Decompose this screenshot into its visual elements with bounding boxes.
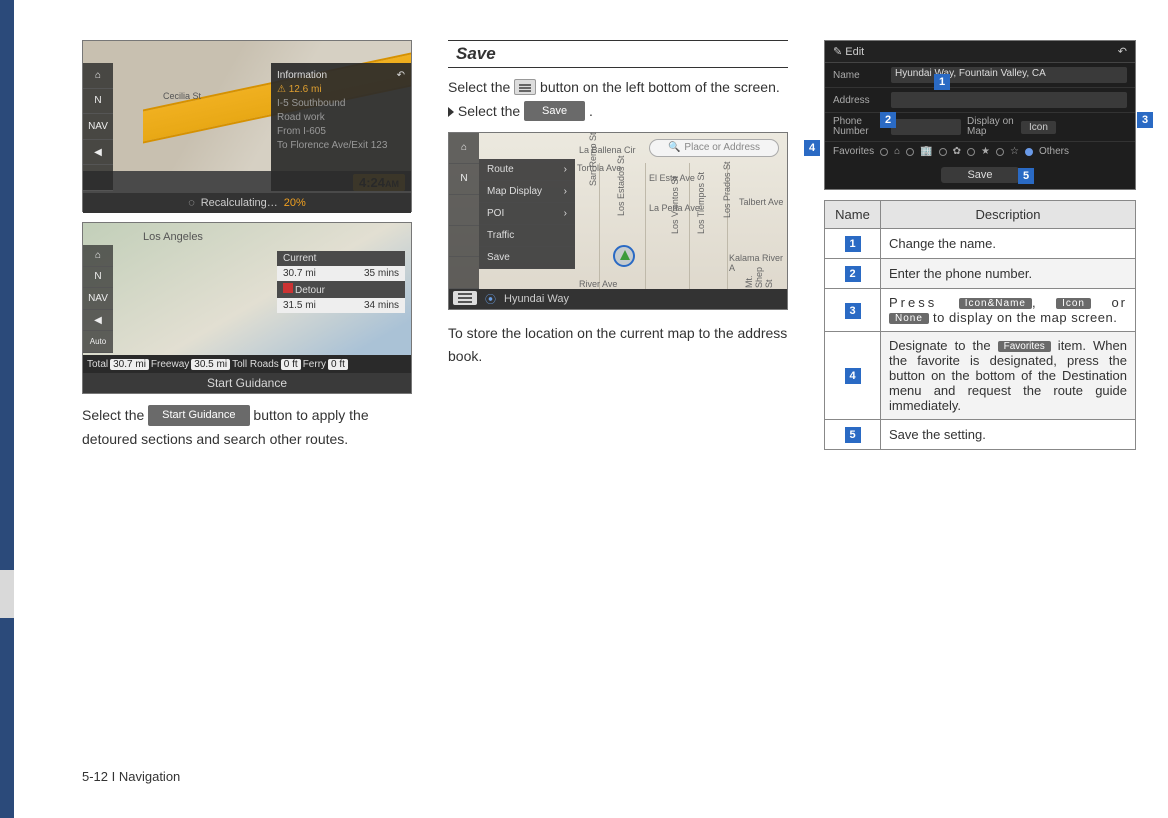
screenshot-edit-favorite: ✎ Edit ↶ Name Hyundai Way, Fountain Vall… <box>824 40 1136 190</box>
icon-and-name-button[interactable]: Icon&Name <box>959 298 1032 309</box>
menu-icon[interactable] <box>514 79 536 95</box>
extra-icon[interactable] <box>83 165 113 191</box>
fav-radio-others[interactable] <box>1025 148 1033 156</box>
home-icon[interactable]: ⌂ <box>83 63 113 89</box>
page-footer: 5-12 I Navigation <box>82 769 180 784</box>
nav-icon[interactable]: NAV <box>83 114 113 140</box>
callout-1: 1 <box>934 74 950 90</box>
screenshot-start-guidance: Los Angeles 3:16PM ⌂ N NAV ◀ Auto Curren… <box>82 222 412 394</box>
column-2: Save Select the button on the left botto… <box>448 40 788 369</box>
favorites-row: Favorites ⌂ 🏢 ✿ ★ ☆ Others <box>825 142 1135 161</box>
table-row: 3 Press Icon&Name, Icon or None to displ… <box>825 289 1136 332</box>
route-stats-bar: Total30.7 mi Freeway30.5 mi Toll Roads0 … <box>83 355 411 373</box>
fav-radio-3[interactable] <box>939 148 947 156</box>
screenshot-recalculating: Cecilia St 4:24AM ⌂ N NAV ◀ Information … <box>82 40 412 212</box>
back-icon[interactable]: ↶ <box>397 70 405 81</box>
back-icon[interactable]: ↶ <box>1118 45 1127 58</box>
phone-field[interactable] <box>891 119 961 135</box>
route-compare-panel: Current 30.7 mi35 mins Detour 31.5 mi34 … <box>277 251 405 313</box>
north-icon[interactable]: N <box>83 267 113 289</box>
menu-map-display[interactable]: Map Display› <box>479 181 575 203</box>
start-guidance-button[interactable]: Start Guidance <box>148 405 249 426</box>
table-row: 5 Save the setting. <box>825 420 1136 450</box>
col2-paragraph-1: Select the button on the left bottom of … <box>448 76 788 124</box>
extra-icon[interactable] <box>449 195 479 226</box>
extra-icon[interactable] <box>449 226 479 257</box>
table-row: 4 Designate to the Favorites item. When … <box>825 332 1136 420</box>
none-button[interactable]: None <box>889 313 929 324</box>
home-icon[interactable]: ⌂ <box>83 245 113 267</box>
volume-icon[interactable]: ◀ <box>83 140 113 166</box>
nav-icon[interactable]: NAV <box>83 288 113 310</box>
col1-paragraph: Select the Start Guidance button to appl… <box>82 404 412 452</box>
current-location-icon <box>613 245 635 267</box>
page-content: Cecilia St 4:24AM ⌂ N NAV ◀ Information … <box>14 0 1168 818</box>
north-icon[interactable]: N <box>83 89 113 115</box>
column-1: Cecilia St 4:24AM ⌂ N NAV ◀ Information … <box>82 40 412 452</box>
save-button[interactable]: Save <box>524 101 585 122</box>
favorites-button[interactable]: Favorites <box>998 341 1051 352</box>
table-row: 1 Change the name. <box>825 229 1136 259</box>
screenshot-save-menu: La Ballena Cir Tortola Ave San Remo St L… <box>448 132 788 310</box>
table-row: 2 Enter the phone number. <box>825 259 1136 289</box>
fav-radio-office[interactable] <box>906 148 914 156</box>
fav-radio-home[interactable] <box>880 148 888 156</box>
extra-icon[interactable] <box>449 257 479 288</box>
recalculating-bar: ◌ Recalculating… 20% <box>83 193 411 213</box>
start-guidance-bar[interactable]: Start Guidance <box>83 373 411 393</box>
auto-icon[interactable]: Auto <box>83 331 113 353</box>
name-field[interactable]: Hyundai Way, Fountain Valley, CA <box>891 67 1127 83</box>
callout-3: 3 <box>1137 112 1153 128</box>
location-footer: ⦿ Hyundai Way <box>449 289 787 309</box>
fav-radio-4[interactable] <box>967 148 975 156</box>
save-button[interactable]: Save <box>941 167 1018 183</box>
home-icon[interactable]: ⌂ <box>449 133 479 164</box>
menu-save[interactable]: Save <box>479 247 575 269</box>
callout-5: 5 <box>1018 168 1034 184</box>
search-field[interactable]: 🔍 Place or Address <box>649 139 779 157</box>
map-menu: Route› Map Display› POI› Traffic Save <box>479 159 575 269</box>
display-icon-button[interactable]: Icon <box>1021 121 1056 134</box>
col2-paragraph-2: To store the location on the current map… <box>448 322 788 370</box>
street-label: Cecilia St <box>163 91 201 101</box>
icon-button[interactable]: Icon <box>1056 298 1091 309</box>
left-margin-rail <box>0 0 14 818</box>
callout-4: 4 <box>804 140 820 156</box>
callout-2: 2 <box>880 112 896 128</box>
description-table: Name Description 1 Change the name. 2 En… <box>824 200 1136 450</box>
menu-icon[interactable] <box>453 291 477 305</box>
address-field[interactable] <box>891 92 1127 108</box>
fav-radio-5[interactable] <box>996 148 1004 156</box>
table-header-name: Name <box>825 201 881 229</box>
city-label: Los Angeles <box>143 231 203 243</box>
volume-icon[interactable]: ◀ <box>83 310 113 332</box>
north-icon[interactable]: N <box>449 164 479 195</box>
info-panel: Information ↶ ⚠ 12.6 mi I-5 Southbound R… <box>271 63 411 191</box>
table-header-desc: Description <box>881 201 1136 229</box>
menu-poi[interactable]: POI› <box>479 203 575 225</box>
search-icon: 🔍 <box>668 142 680 153</box>
menu-route[interactable]: Route› <box>479 159 575 181</box>
column-3: ✎ Edit ↶ Name Hyundai Way, Fountain Vall… <box>824 40 1154 450</box>
menu-traffic[interactable]: Traffic <box>479 225 575 247</box>
section-title-save: Save <box>456 44 496 63</box>
pin-icon: ⦿ <box>485 291 496 307</box>
